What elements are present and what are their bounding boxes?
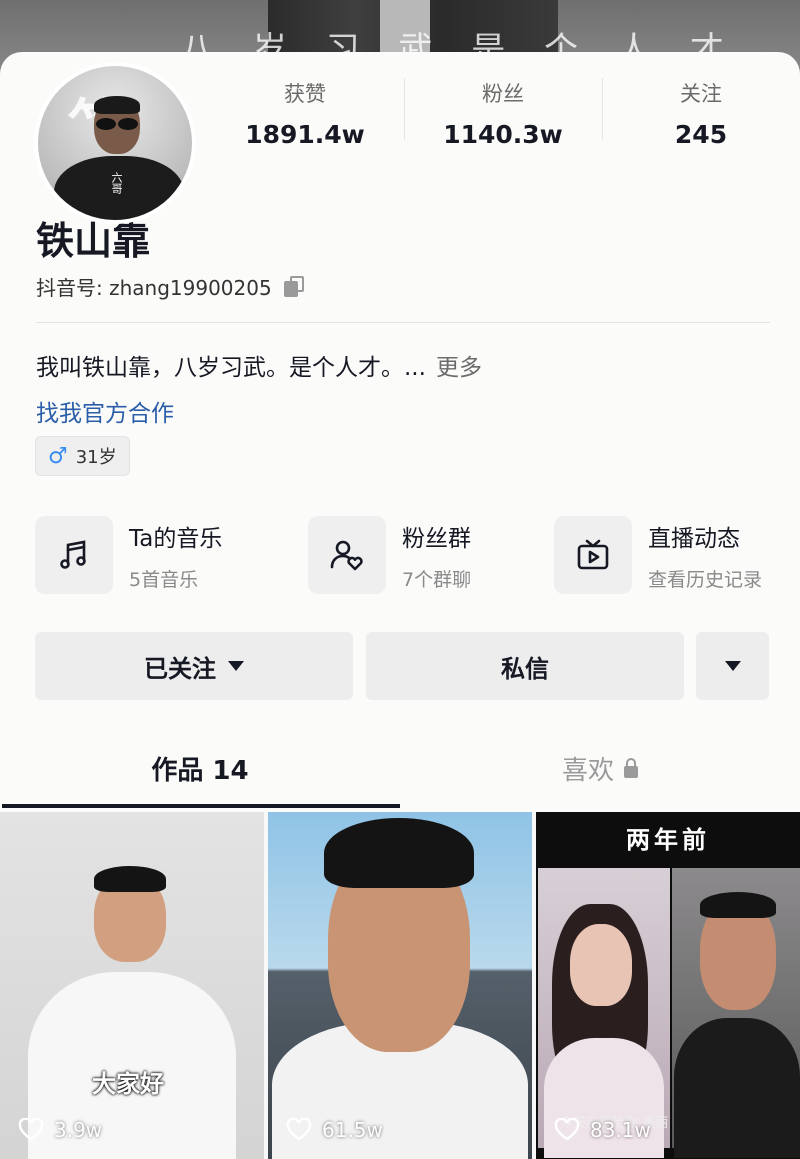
male-icon: ♂ xyxy=(48,443,68,469)
stat-value: 245 xyxy=(674,120,728,149)
profile-stats: 获赞 1891.4w 粉丝 1140.3w 关注 245 xyxy=(206,74,800,164)
age-tag: ♂ 31岁 xyxy=(35,436,130,476)
feature-subtitle: 7个群聊 xyxy=(402,568,472,591)
like-count: 3.9w xyxy=(18,1118,102,1142)
avatar-tag: 六哥 xyxy=(110,172,123,194)
message-label: 私信 xyxy=(501,654,549,683)
heart-icon xyxy=(554,1118,580,1141)
tab-likes[interactable]: 喜欢 xyxy=(400,750,800,787)
bio-text: 我叫铁山靠，八岁习武。是个人才。... xyxy=(36,355,426,381)
stat-followers[interactable]: 粉丝 1140.3w xyxy=(404,74,602,164)
more-options-button[interactable] xyxy=(696,632,769,700)
avatar-hair xyxy=(94,96,140,114)
thumb-person-hair xyxy=(324,818,474,888)
bio-more-link[interactable]: 更多 xyxy=(436,355,482,381)
tab-works[interactable]: 作品 14 xyxy=(0,750,400,787)
content-tabs: 作品 14 喜欢 xyxy=(0,700,800,810)
message-button[interactable]: 私信 xyxy=(366,632,684,700)
video-thumbnail[interactable]: 61.5w xyxy=(268,812,532,1159)
copy-icon[interactable] xyxy=(283,275,306,298)
avatar-sunglasses xyxy=(94,118,140,130)
feature-title: 直播动态 xyxy=(648,525,740,552)
stat-label: 获赞 xyxy=(284,82,326,106)
feature-music[interactable]: Ta的音乐 5首音乐 xyxy=(35,516,222,594)
douyin-id: 抖音号: zhang19900205 xyxy=(36,276,272,300)
divider xyxy=(36,322,770,323)
followed-button[interactable]: 已关注 xyxy=(35,632,353,700)
live-tv-icon xyxy=(554,516,632,594)
stat-value: 1891.4w xyxy=(245,120,365,149)
feature-fan-group[interactable]: 粉丝群 7个群聊 xyxy=(308,516,471,594)
like-count: 61.5w xyxy=(286,1118,383,1142)
age-label: 31岁 xyxy=(75,447,117,468)
profile-card: ⺮ 六哥 获赞 1891.4w 粉丝 1140.3w 关注 245 铁山靠 抖音… xyxy=(0,52,800,812)
thumb-panel-right xyxy=(672,868,800,1158)
video-thumbnail[interactable]: 两年前 今天我送给你 美丽 83.1w xyxy=(536,812,800,1159)
thumb-panel-left xyxy=(538,868,670,1158)
caret-down-icon xyxy=(228,661,244,671)
thumb-caption: 大家好 xyxy=(92,1069,164,1098)
fan-group-icon xyxy=(308,516,386,594)
stat-value: 1140.3w xyxy=(443,120,563,149)
like-count-value: 83.1w xyxy=(590,1118,651,1142)
thumb-title: 两年前 xyxy=(626,825,710,854)
like-count: 83.1w xyxy=(554,1118,651,1142)
avatar[interactable]: ⺮ 六哥 xyxy=(34,62,196,224)
lock-icon xyxy=(624,757,638,778)
feature-title: 粉丝群 xyxy=(402,525,471,552)
stat-label: 粉丝 xyxy=(482,82,524,106)
tab-likes-label: 喜欢 xyxy=(561,756,614,786)
like-count-value: 3.9w xyxy=(54,1118,103,1142)
bio: 我叫铁山靠，八岁习武。是个人才。... 更多 xyxy=(36,348,482,382)
stat-likes[interactable]: 获赞 1891.4w xyxy=(206,74,404,164)
stat-label: 关注 xyxy=(680,82,722,106)
caret-down-icon xyxy=(724,661,741,671)
stat-following[interactable]: 关注 245 xyxy=(602,74,800,164)
heart-icon xyxy=(286,1118,312,1141)
feature-live[interactable]: 直播动态 查看历史记录 xyxy=(554,516,762,594)
official-cooperation-link[interactable]: 找我官方合作 xyxy=(36,394,174,428)
douyin-id-row: 抖音号: zhang19900205 xyxy=(36,272,306,301)
like-count-value: 61.5w xyxy=(322,1118,383,1142)
video-thumbnail[interactable]: 大家好 3.9w xyxy=(0,812,264,1159)
thumb-person-hair xyxy=(94,866,166,892)
feature-title: Ta的音乐 xyxy=(129,525,223,552)
feature-subtitle: 5首音乐 xyxy=(129,568,199,591)
video-grid: 大家好 3.9w 61.5w 两年前 今天我送给你 美丽 83.1w xyxy=(0,812,800,1159)
followed-label: 已关注 xyxy=(144,654,216,683)
avatar-image: ⺮ 六哥 xyxy=(38,66,192,220)
heart-icon xyxy=(18,1118,44,1141)
feature-subtitle: 查看历史记录 xyxy=(648,568,763,591)
music-icon xyxy=(35,516,113,594)
tab-active-indicator xyxy=(2,804,400,808)
